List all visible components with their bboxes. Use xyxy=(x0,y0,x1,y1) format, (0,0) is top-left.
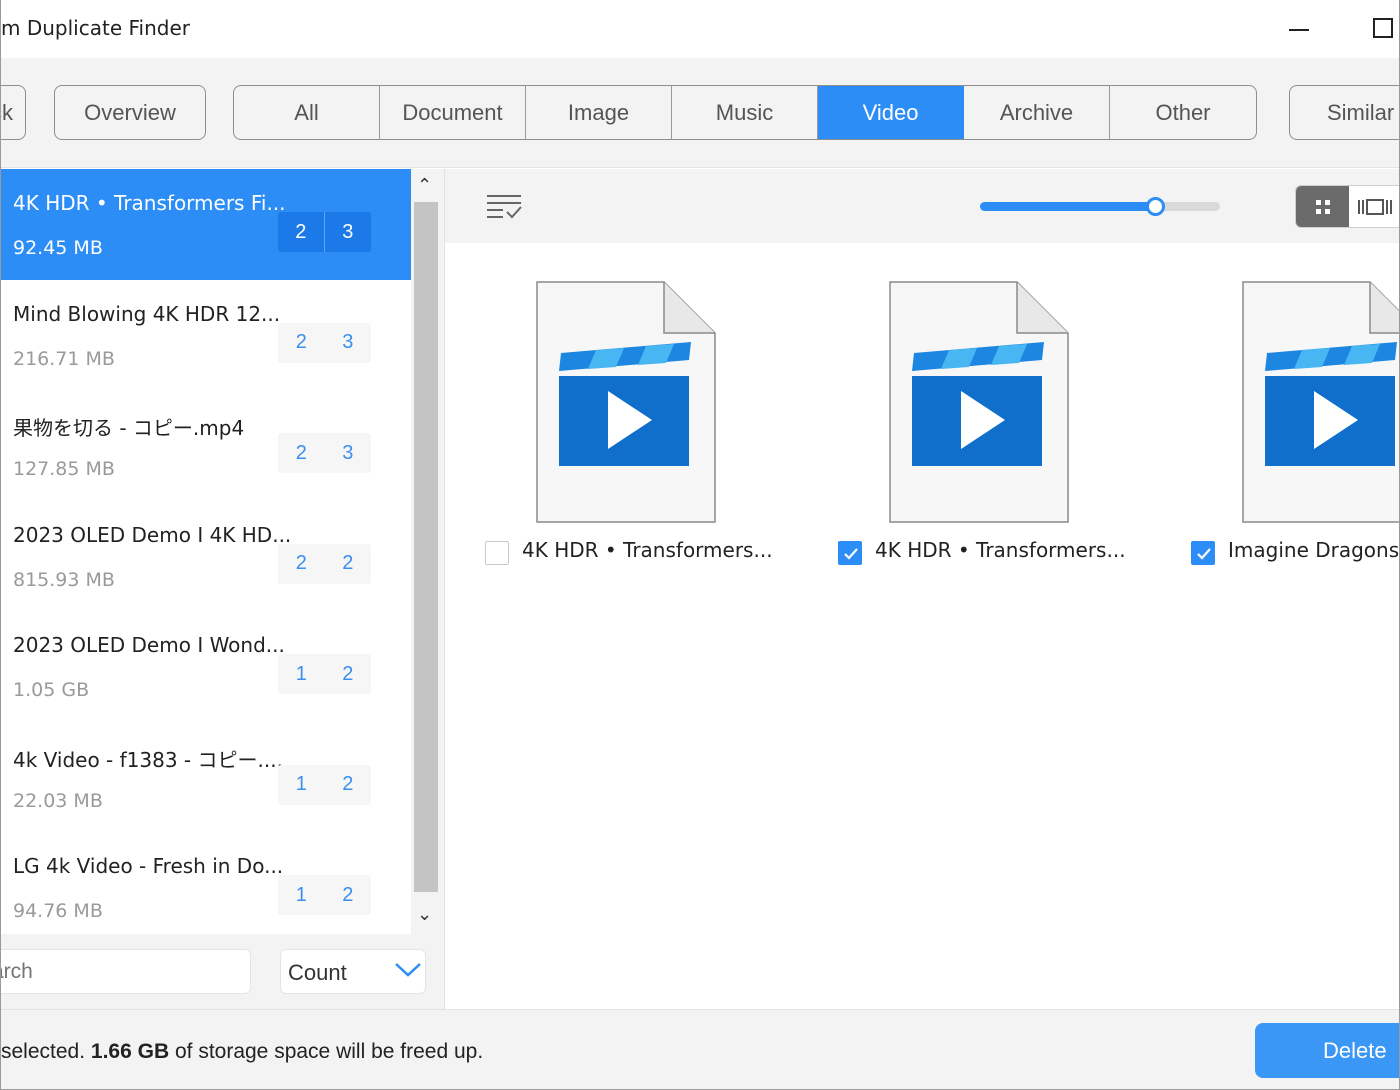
sort-selected-value: Count xyxy=(288,960,347,985)
select-list-icon[interactable] xyxy=(485,191,523,221)
group-count-badge: 2 2 xyxy=(278,543,371,584)
total-count: 2 xyxy=(342,662,354,685)
video-file-icon xyxy=(889,281,1069,523)
group-size: 216.71 MB xyxy=(13,347,115,370)
file-card[interactable]: 4K HDR • Transformers... xyxy=(485,281,785,581)
tab-all[interactable]: All xyxy=(234,86,380,139)
group-item[interactable]: 2023 OLED Demo I Wond... 1.05 GB 1 2 xyxy=(1,611,411,722)
group-size: 92.45 MB xyxy=(13,237,103,259)
group-count-badge: 1 2 xyxy=(278,764,371,805)
file-card[interactable]: Imagine Dragons xyxy=(1191,281,1400,581)
total-count: 3 xyxy=(342,220,354,243)
similar-button[interactable]: Similar xyxy=(1289,85,1399,140)
minimize-icon[interactable] xyxy=(1289,29,1309,31)
tab-image[interactable]: Image xyxy=(526,86,672,139)
selected-count: 2 xyxy=(278,212,325,252)
group-item[interactable]: Mind Blowing 4K HDR 12... 216.71 MB 2 3 xyxy=(1,280,411,391)
app-window: m Duplicate Finder ck Overview All Docum… xyxy=(0,0,1400,1090)
search-box xyxy=(1,949,251,994)
group-item[interactable]: 4K HDR • Transformers Fi... 92.45 MB 2 3 xyxy=(1,169,411,280)
tab-archive[interactable]: Archive xyxy=(964,86,1110,139)
category-tabs: All Document Image Music Video Archive O… xyxy=(233,85,1257,140)
group-name: LG 4k Video - Fresh in Do... xyxy=(13,854,284,878)
scroll-down-icon[interactable]: ⌄ xyxy=(417,904,432,925)
search-input[interactable] xyxy=(1,950,250,993)
group-size: 815.93 MB xyxy=(13,568,115,591)
scroll-up-icon[interactable]: ⌃ xyxy=(417,175,432,196)
file-checkbox[interactable] xyxy=(838,541,862,565)
back-button[interactable]: ck xyxy=(1,85,26,140)
view-mode-toggle xyxy=(1295,185,1399,228)
file-card[interactable]: 4K HDR • Transformers... xyxy=(838,281,1138,581)
file-name: 4K HDR • Transformers... xyxy=(522,538,773,562)
tab-document[interactable]: Document xyxy=(380,86,526,139)
group-name: 4k Video - f1383 - コピー.... xyxy=(13,747,283,772)
maximize-icon[interactable] xyxy=(1373,18,1393,38)
group-item[interactable]: LG 4k Video - Fresh in Do... 94.76 MB 1 … xyxy=(1,832,411,934)
group-name: Mind Blowing 4K HDR 12... xyxy=(13,301,281,326)
total-count: 3 xyxy=(342,331,354,353)
file-checkbox[interactable] xyxy=(1191,541,1215,565)
tab-music[interactable]: Music xyxy=(672,86,818,139)
group-item[interactable]: 4k Video - f1383 - コピー.... 22.03 MB 1 2 xyxy=(1,722,411,833)
selected-count: 1 xyxy=(295,883,307,906)
status-message: selected. 1.66 GB of storage space will … xyxy=(1,1040,483,1064)
chevron-down-icon xyxy=(395,963,421,977)
preview-toolbar xyxy=(445,169,1399,243)
group-list-scrollbar[interactable]: ⌃ ⌄ xyxy=(411,169,441,934)
overview-button[interactable]: Overview xyxy=(54,85,206,140)
video-file-icon xyxy=(1242,281,1399,523)
group-item[interactable]: 2023 OLED Demo I 4K HD... 815.93 MB 2 2 xyxy=(1,501,411,612)
file-name: Imagine Dragons xyxy=(1228,538,1400,562)
group-name: 2023 OLED Demo I 4K HD... xyxy=(13,522,292,547)
selected-count: 2 xyxy=(295,552,307,574)
thumbnail-size-slider[interactable] xyxy=(980,197,1220,216)
selected-count: 2 xyxy=(295,331,307,353)
group-item[interactable]: 果物を切る - コピー.mp4 127.85 MB 2 3 xyxy=(1,390,411,501)
group-name: 果物を切る - コピー.mp4 xyxy=(13,416,245,440)
tab-other[interactable]: Other xyxy=(1110,86,1256,139)
grid-view-icon[interactable] xyxy=(1296,186,1349,227)
duplicate-group-list: 4K HDR • Transformers Fi... 92.45 MB 2 3… xyxy=(1,169,411,934)
filmstrip-view-icon[interactable] xyxy=(1349,186,1399,227)
checkbox-icon xyxy=(844,548,858,560)
selected-count: 1 xyxy=(295,662,307,685)
group-name: 2023 OLED Demo I Wond... xyxy=(13,633,285,657)
file-checkbox[interactable] xyxy=(485,541,509,565)
total-count: 3 xyxy=(342,441,354,464)
category-toolbar: ck Overview All Document Image Music Vid… xyxy=(1,58,1399,168)
checkbox-icon xyxy=(1197,548,1211,560)
delete-button[interactable]: Delete xyxy=(1255,1023,1399,1078)
title-bar: m Duplicate Finder xyxy=(1,0,1399,58)
group-count-badge: 1 2 xyxy=(278,654,371,694)
tab-video[interactable]: Video xyxy=(818,86,964,139)
group-count-badge: 2 3 xyxy=(278,433,371,473)
total-count: 2 xyxy=(342,552,354,574)
status-bar: selected. 1.66 GB of storage space will … xyxy=(1,1009,1399,1089)
group-size: 127.85 MB xyxy=(13,458,115,480)
status-prefix: selected. xyxy=(1,1040,86,1063)
scroll-thumb[interactable] xyxy=(414,202,438,892)
group-size: 1.05 GB xyxy=(13,679,90,701)
selected-count: 2 xyxy=(295,441,307,464)
video-file-icon xyxy=(536,281,716,523)
group-count-badge: 2 3 xyxy=(278,322,371,363)
group-size: 22.03 MB xyxy=(13,789,103,812)
group-count-badge: 1 2 xyxy=(278,875,371,915)
file-name: 4K HDR • Transformers... xyxy=(875,538,1126,562)
group-panel: 4K HDR • Transformers Fi... 92.45 MB 2 3… xyxy=(1,169,444,1009)
group-size: 94.76 MB xyxy=(13,900,103,922)
freed-space-amount: 1.66 GB xyxy=(90,1040,170,1063)
group-count-badge: 2 3 xyxy=(278,212,371,252)
slider-fill xyxy=(980,202,1156,211)
group-name: 4K HDR • Transformers Fi... xyxy=(13,191,286,215)
total-count: 2 xyxy=(342,883,354,906)
status-suffix: of storage space will be freed up. xyxy=(174,1040,484,1063)
total-count: 2 xyxy=(342,773,354,795)
selected-count: 1 xyxy=(295,773,307,795)
window-title: m Duplicate Finder xyxy=(1,16,190,40)
file-preview-panel: 4K HDR • Transformers... 4K HDR • Transf… xyxy=(444,169,1400,1009)
slider-knob[interactable] xyxy=(1146,197,1166,216)
sort-dropdown[interactable]: Count xyxy=(280,949,426,994)
